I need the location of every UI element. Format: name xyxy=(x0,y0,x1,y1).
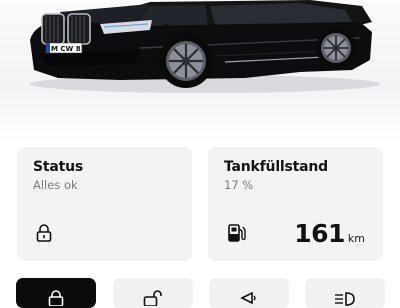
vehicle-hero: M CW 8153 xyxy=(0,0,400,142)
fuel-level-title: Tankfüllstand xyxy=(224,159,328,175)
status-title: Status xyxy=(33,159,84,175)
fuel-level-card[interactable]: Tankfüllstand 17 % 161 km xyxy=(208,147,383,261)
headlight-flash-button[interactable] xyxy=(305,278,385,308)
fuel-level-percent: 17 % xyxy=(224,178,254,192)
status-card[interactable]: Status Alles ok xyxy=(17,147,192,261)
license-plate-text: M CW 8153 xyxy=(51,45,95,53)
unlock-action-button[interactable] xyxy=(113,278,193,308)
fuel-pump-icon xyxy=(228,224,246,242)
horn-action-button[interactable] xyxy=(209,278,289,308)
fuel-range-value: 161 xyxy=(294,219,345,248)
lock-action-button[interactable] xyxy=(16,278,96,308)
unlock-icon xyxy=(143,290,162,306)
lock-icon xyxy=(48,290,64,306)
status-subtitle: Alles ok xyxy=(33,178,78,192)
headlight-icon xyxy=(335,292,355,306)
lock-icon xyxy=(36,224,52,242)
fuel-range-unit: km xyxy=(347,232,365,245)
car-image: M CW 8153 xyxy=(30,0,380,93)
horn-icon xyxy=(240,291,256,305)
fuel-range: 161 km xyxy=(294,219,365,248)
